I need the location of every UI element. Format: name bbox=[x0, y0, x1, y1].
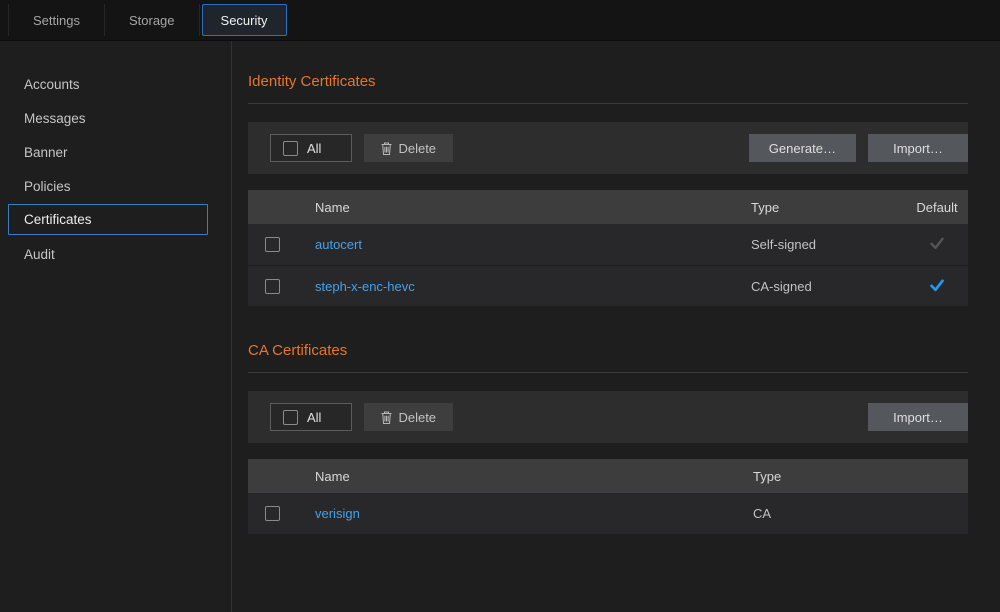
row-checkbox[interactable] bbox=[265, 506, 280, 521]
row-checkbox-cell bbox=[248, 237, 296, 252]
select-all-checkbox[interactable] bbox=[283, 141, 298, 156]
header-type: Type bbox=[751, 200, 906, 215]
header-name: Name bbox=[296, 200, 751, 215]
section-divider bbox=[248, 103, 968, 104]
certificate-name-cell: steph-x-enc-hevc bbox=[296, 279, 751, 294]
certificate-type: CA-signed bbox=[751, 279, 906, 294]
trash-icon bbox=[381, 411, 392, 424]
default-check-icon[interactable] bbox=[929, 277, 945, 293]
sidebar-item-messages[interactable]: Messages bbox=[0, 101, 231, 135]
sidebar-item-banner[interactable]: Banner bbox=[0, 135, 231, 169]
header-name: Name bbox=[296, 469, 753, 484]
row-checkbox[interactable] bbox=[265, 237, 280, 252]
sidebar-item-audit[interactable]: Audit bbox=[0, 237, 231, 271]
identity-certificates-title: Identity Certificates bbox=[248, 65, 968, 103]
delete-label: Delete bbox=[398, 410, 436, 425]
table-row: verisign CA bbox=[248, 493, 968, 534]
certificate-link[interactable]: autocert bbox=[315, 237, 362, 252]
tab-security[interactable]: Security bbox=[202, 4, 287, 36]
row-checkbox[interactable] bbox=[265, 279, 280, 294]
tab-storage[interactable]: Storage bbox=[105, 4, 200, 36]
ca-toolbar: All Delete Import… bbox=[248, 391, 968, 443]
ca-certificates-table: Name Type verisign CA bbox=[248, 459, 968, 534]
certificate-type: Self-signed bbox=[751, 237, 906, 252]
certificate-name-cell: verisign bbox=[296, 506, 753, 521]
top-tab-bar: Settings Storage Security bbox=[0, 0, 1000, 41]
sidebar-item-accounts[interactable]: Accounts bbox=[0, 67, 231, 101]
identity-certificates-table: Name Type Default autocert Self-signed bbox=[248, 190, 968, 306]
select-all-control[interactable]: All bbox=[270, 134, 352, 162]
certificate-name-cell: autocert bbox=[296, 237, 751, 252]
ca-certificates-title: CA Certificates bbox=[248, 334, 968, 372]
header-default: Default bbox=[906, 200, 968, 215]
generate-button[interactable]: Generate… bbox=[749, 134, 856, 162]
identity-toolbar: All Delete Generate… Import… bbox=[248, 122, 968, 174]
default-cell bbox=[906, 235, 968, 254]
set-default-check-icon[interactable] bbox=[929, 235, 945, 251]
sidebar: Accounts Messages Banner Policies Certif… bbox=[0, 41, 232, 612]
sidebar-item-certificates[interactable]: Certificates bbox=[8, 204, 208, 235]
row-checkbox-cell bbox=[248, 506, 296, 521]
identity-table-header: Name Type Default bbox=[248, 190, 968, 224]
trash-icon bbox=[381, 142, 392, 155]
certificate-type: CA bbox=[753, 506, 968, 521]
select-all-label: All bbox=[307, 410, 321, 425]
certificate-link[interactable]: verisign bbox=[315, 506, 360, 521]
import-button[interactable]: Import… bbox=[868, 403, 968, 431]
certificate-link[interactable]: steph-x-enc-hevc bbox=[315, 279, 415, 294]
table-row: steph-x-enc-hevc CA-signed bbox=[248, 265, 968, 306]
ca-table-header: Name Type bbox=[248, 459, 968, 493]
delete-button[interactable]: Delete bbox=[364, 403, 453, 431]
main-area: Accounts Messages Banner Policies Certif… bbox=[0, 41, 1000, 612]
select-all-control[interactable]: All bbox=[270, 403, 352, 431]
sidebar-item-policies[interactable]: Policies bbox=[0, 169, 231, 203]
row-checkbox-cell bbox=[248, 279, 296, 294]
tab-settings[interactable]: Settings bbox=[8, 4, 105, 36]
import-button[interactable]: Import… bbox=[868, 134, 968, 162]
default-cell bbox=[906, 277, 968, 296]
table-row: autocert Self-signed bbox=[248, 224, 968, 265]
delete-label: Delete bbox=[398, 141, 436, 156]
header-type: Type bbox=[753, 469, 968, 484]
select-all-checkbox[interactable] bbox=[283, 410, 298, 425]
delete-button[interactable]: Delete bbox=[364, 134, 453, 162]
content-panel: Identity Certificates All Delete Generat… bbox=[232, 41, 1000, 612]
section-divider bbox=[248, 372, 968, 373]
select-all-label: All bbox=[307, 141, 321, 156]
